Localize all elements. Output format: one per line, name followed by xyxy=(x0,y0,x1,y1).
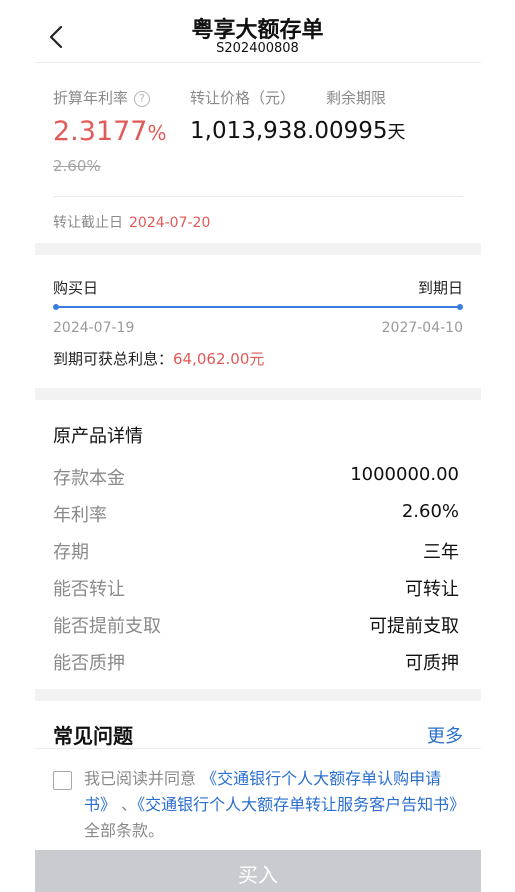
interest-label: 到期可获总利息： xyxy=(53,350,174,368)
buy-date-label: 购买日 xyxy=(53,279,99,297)
transfer-deadline: 转让截止日 2024-07-20 xyxy=(53,212,210,232)
section-gap xyxy=(35,388,481,400)
timeline-end-dot xyxy=(457,304,463,310)
summary-divider xyxy=(53,196,463,197)
maturity-date-label: 到期日 xyxy=(417,279,463,297)
faq-title: 常见问题 xyxy=(53,724,133,748)
agreement-separator: 、 xyxy=(116,795,138,814)
remaining-label: 剩余期限 xyxy=(326,89,387,107)
buy-date: 2024-07-19 xyxy=(53,320,135,336)
detail-row-value: 三年 xyxy=(423,542,459,563)
section-gap xyxy=(35,243,481,255)
detail-row-key: 存款本金 xyxy=(53,468,125,489)
rate-label-group: 折算年利率? xyxy=(53,87,151,108)
detail-row-value: 可转让 xyxy=(405,579,459,600)
deadline-label: 转让截止日 xyxy=(53,215,123,231)
faq-divider xyxy=(35,748,481,749)
deadline-value: 2024-07-20 xyxy=(129,215,211,231)
product-code: S202400808 xyxy=(216,41,299,56)
agreement-checkbox[interactable] xyxy=(53,771,72,790)
detail-row-value: 可质押 xyxy=(405,653,459,674)
price-label: 转让价格（元） xyxy=(190,89,296,107)
detail-row-key: 年利率 xyxy=(53,505,107,526)
interest-value: 64,062.00元 xyxy=(173,350,265,368)
agreement-suffix: 全部条款。 xyxy=(84,821,165,840)
transfer-notice-link[interactable]: 《交通银行个人大额存单转让服务客户告知书》 xyxy=(137,795,465,814)
header: 粤享大额存单 S202400808 xyxy=(0,0,515,62)
total-interest: 到期可获总利息：64,062.00元 xyxy=(53,348,264,369)
price-value: 1,013,938.00995天 xyxy=(190,118,406,144)
detail-row-key: 能否提前支取 xyxy=(53,616,161,637)
buy-button[interactable]: 买入 xyxy=(35,850,481,892)
details-title: 原产品详情 xyxy=(53,426,143,447)
rate-value: 2.3177% xyxy=(53,116,167,147)
original-rate: 2.60% xyxy=(53,157,101,175)
detail-row-key: 存期 xyxy=(53,542,89,563)
rate-number: 2.3177 xyxy=(53,116,148,147)
remaining-unit: 天 xyxy=(387,122,406,143)
faq-more-link[interactable]: 更多 xyxy=(427,722,463,748)
detail-row-key: 能否转让 xyxy=(53,579,125,600)
timeline-line xyxy=(55,306,460,308)
header-divider xyxy=(35,62,481,63)
question-circle-icon[interactable]: ? xyxy=(134,91,151,107)
rate-label: 折算年利率 xyxy=(53,89,129,107)
section-gap xyxy=(35,689,481,701)
detail-row-value: 2.60% xyxy=(401,501,459,522)
rate-unit: % xyxy=(147,121,167,145)
detail-row-value: 可提前支取 xyxy=(369,616,459,637)
price-number: 1,013,938.00995 xyxy=(190,118,388,144)
agreement-text: 我已阅读并同意 《交通银行个人大额存单认购申请书》 、《交通银行个人大额存单转让… xyxy=(84,766,468,844)
timeline-start-dot xyxy=(53,304,59,310)
page: 粤享大额存单 S202400808 折算年利率? 转让价格（元） 剩余期限 2.… xyxy=(0,0,515,892)
page-title: 粤享大额存单 xyxy=(191,18,324,43)
maturity-date: 2027-04-10 xyxy=(381,320,463,336)
agreement-prefix: 我已阅读并同意 xyxy=(84,769,202,788)
detail-row-key: 能否质押 xyxy=(53,653,125,674)
detail-row-value: 1000000.00 xyxy=(350,464,459,485)
